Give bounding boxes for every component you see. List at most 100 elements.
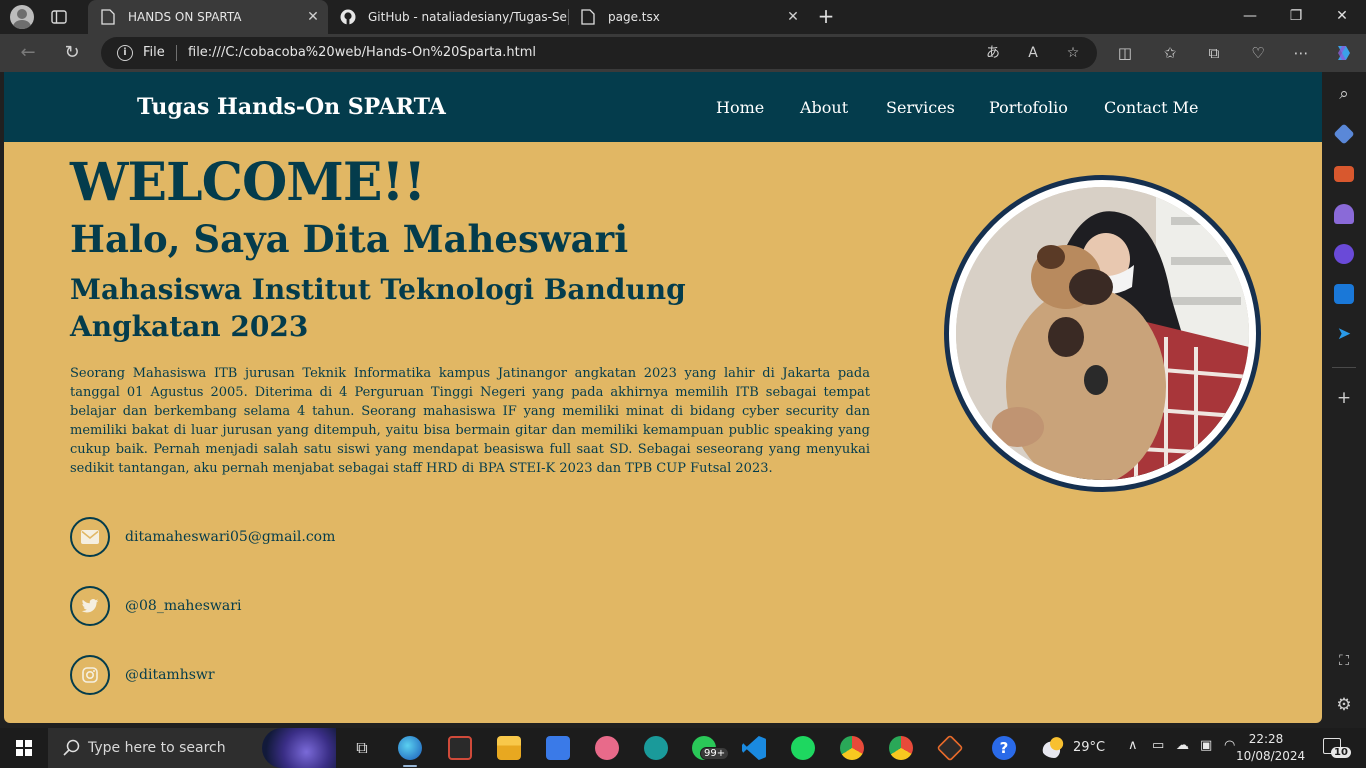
sidebar-divider bbox=[1332, 367, 1356, 368]
send-drop-icon[interactable]: ➤ bbox=[1334, 324, 1354, 344]
refresh-icon[interactable]: ↻ bbox=[62, 43, 82, 63]
subtitle-heading: Mahasiswa Institut Teknologi Bandung Ang… bbox=[70, 273, 686, 343]
info-icon[interactable]: i bbox=[117, 45, 133, 61]
nav-services[interactable]: Services bbox=[886, 98, 955, 117]
twitter-handle-text[interactable]: @08_maheswari bbox=[125, 598, 241, 614]
search-highlight-image bbox=[262, 728, 336, 768]
search-icon[interactable]: ⌕ bbox=[1334, 84, 1354, 104]
screenshot-icon[interactable]: ⛶ bbox=[1334, 651, 1354, 671]
page-icon bbox=[580, 9, 596, 25]
help-icon[interactable]: ? bbox=[992, 736, 1016, 760]
favorites-icon[interactable]: ✩ bbox=[1160, 43, 1180, 63]
clock-date: 10/08/2024 bbox=[1236, 749, 1306, 763]
outlook-icon[interactable] bbox=[1334, 284, 1354, 304]
microsoft-store-icon[interactable] bbox=[546, 736, 570, 760]
profile-avatar-icon[interactable] bbox=[10, 5, 34, 29]
snipping-app-icon[interactable] bbox=[595, 736, 619, 760]
nav-home[interactable]: Home bbox=[716, 98, 764, 117]
site-brand[interactable]: Tugas Hands-On SPARTA bbox=[137, 94, 446, 120]
read-aloud-icon[interactable]: A bbox=[1023, 43, 1043, 63]
microsoft-365-icon[interactable] bbox=[1334, 244, 1354, 264]
tab-page-tsx[interactable]: page.tsx ✕ bbox=[568, 0, 808, 34]
nav-portofolio[interactable]: Portofolio bbox=[989, 98, 1068, 117]
close-icon[interactable]: ✕ bbox=[784, 8, 802, 26]
weather-icon[interactable] bbox=[1041, 736, 1067, 758]
tab-title: page.tsx bbox=[608, 10, 660, 24]
contact-email[interactable]: ditamaheswari05@gmail.com bbox=[70, 517, 335, 557]
show-hidden-icons-icon[interactable]: ∧ bbox=[1128, 738, 1138, 753]
copilot-icon[interactable] bbox=[1334, 43, 1354, 63]
file-explorer-icon[interactable] bbox=[497, 736, 521, 760]
site-navbar: Tugas Hands-On SPARTA Home About Service… bbox=[4, 72, 1322, 142]
tab-github[interactable]: GitHub - nataliadesiany/Tugas-Se bbox=[328, 0, 568, 34]
nav-contact-me[interactable]: Contact Me bbox=[1104, 98, 1198, 117]
weather-temperature[interactable]: 29°C bbox=[1073, 740, 1105, 755]
spotify-icon[interactable] bbox=[791, 736, 815, 760]
contact-twitter[interactable]: @08_maheswari bbox=[70, 586, 241, 626]
edge-sidebar: ⌕ ➤ + ⛶ ⚙ bbox=[1322, 72, 1366, 728]
twitter-icon[interactable] bbox=[70, 586, 110, 626]
search-icon bbox=[62, 738, 82, 758]
profile-photo-frame bbox=[944, 175, 1261, 492]
scheme-label: File bbox=[143, 45, 165, 60]
instagram-handle-text[interactable]: @ditamhswr bbox=[125, 667, 215, 683]
search-placeholder: Type here to search bbox=[88, 740, 226, 756]
onedrive-cloud-icon[interactable]: ☁ bbox=[1176, 738, 1189, 753]
new-tab-icon[interactable]: + bbox=[816, 6, 836, 27]
close-icon[interactable]: ✕ bbox=[304, 8, 322, 26]
github-icon bbox=[340, 9, 356, 25]
email-text[interactable]: ditamaheswari05@gmail.com bbox=[125, 529, 335, 545]
more-options-icon[interactable]: ⋯ bbox=[1291, 43, 1311, 63]
settings-icon[interactable]: ⚙ bbox=[1334, 695, 1354, 715]
arduino-icon[interactable] bbox=[644, 736, 668, 760]
name-heading: Halo, Saya Dita Maheswari bbox=[70, 217, 629, 261]
restore-icon[interactable]: ❐ bbox=[1286, 6, 1306, 26]
taskbar-search[interactable]: Type here to search bbox=[48, 728, 336, 768]
browser-toolbar: ← ↻ i File file:///C:/cobacoba%20web/Han… bbox=[0, 34, 1366, 72]
back-icon[interactable]: ← bbox=[18, 43, 38, 63]
shopping-tag-icon[interactable] bbox=[1333, 123, 1355, 145]
battery-icon[interactable]: ▭ bbox=[1152, 738, 1164, 753]
welcome-heading: WELCOME!! bbox=[70, 152, 426, 213]
vscode-icon[interactable] bbox=[742, 736, 766, 760]
translate-icon[interactable]: あ bbox=[983, 43, 1003, 63]
favorite-star-icon[interactable]: ☆ bbox=[1063, 43, 1083, 63]
address-bar[interactable]: i File file:///C:/cobacoba%20web/Hands-O… bbox=[101, 37, 1097, 69]
notification-count: 10 bbox=[1331, 747, 1351, 758]
minimize-icon[interactable]: — bbox=[1240, 6, 1260, 26]
page-icon bbox=[100, 9, 116, 25]
bio-paragraph: Seorang Mahasiswa ITB jurusan Teknik Inf… bbox=[70, 366, 870, 476]
collections-icon[interactable]: ⧉ bbox=[1204, 43, 1224, 63]
clock-time: 22:28 bbox=[1248, 732, 1284, 746]
display-icon[interactable]: ▣ bbox=[1200, 738, 1212, 753]
tab-hands-on-sparta[interactable]: HANDS ON SPARTA ✕ bbox=[88, 0, 328, 34]
git-client-icon[interactable] bbox=[936, 734, 964, 762]
close-window-icon[interactable]: ✕ bbox=[1332, 6, 1352, 26]
wifi-icon[interactable]: ◠ bbox=[1224, 738, 1235, 753]
tools-toolbox-icon[interactable] bbox=[1334, 166, 1354, 182]
instagram-icon[interactable] bbox=[70, 655, 110, 695]
browser-tab-strip: HANDS ON SPARTA ✕ GitHub - nataliadesian… bbox=[0, 0, 1366, 34]
edge-browser-icon[interactable] bbox=[398, 736, 422, 760]
tab-actions-icon[interactable] bbox=[50, 8, 68, 26]
chrome-icon[interactable] bbox=[889, 736, 913, 760]
url-text[interactable]: file:///C:/cobacoba%20web/Hands-On%20Spa… bbox=[188, 45, 536, 60]
mail-icon[interactable] bbox=[70, 517, 110, 557]
split-screen-icon[interactable]: ◫ bbox=[1115, 43, 1135, 63]
system-clock[interactable]: 22:28 10/08/2024 bbox=[1236, 731, 1306, 765]
browser-essentials-icon[interactable]: ♡ bbox=[1248, 43, 1268, 63]
nav-about[interactable]: About bbox=[800, 98, 848, 117]
add-icon[interactable]: + bbox=[1334, 388, 1354, 408]
task-view-icon[interactable]: ⧉ bbox=[350, 736, 374, 760]
address-divider bbox=[176, 45, 177, 61]
games-icon[interactable] bbox=[1334, 204, 1354, 224]
page-viewport: Tugas Hands-On SPARTA Home About Service… bbox=[4, 72, 1322, 723]
windows-start-icon[interactable] bbox=[16, 740, 32, 756]
active-app-indicator bbox=[403, 765, 417, 767]
chrome-profile-m-icon[interactable] bbox=[840, 736, 864, 760]
contact-instagram[interactable]: @ditamhswr bbox=[70, 655, 215, 695]
screen-recorder-icon[interactable] bbox=[448, 736, 472, 760]
windows-taskbar: Type here to search ⧉ 99+ ? 29°C ∧ ▭ ☁ ▣… bbox=[0, 728, 1366, 768]
profile-photo bbox=[956, 187, 1249, 480]
tab-title: HANDS ON SPARTA bbox=[128, 10, 242, 24]
